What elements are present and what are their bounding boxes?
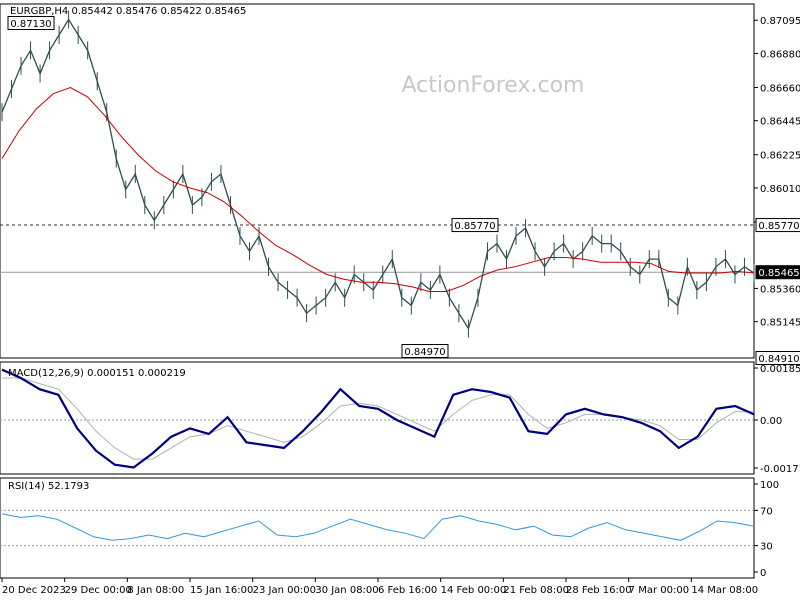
time-tick-label: 23 Jan 00:00 [253, 585, 316, 596]
time-tick-label: 28 Feb 16:00 [566, 585, 632, 596]
low-label: 0.84970 [404, 347, 445, 358]
time-tick-label: 21 Feb 08:00 [503, 585, 569, 596]
rsi-tick-label: 100 [760, 480, 779, 491]
time-tick-label: 7 Mar 00:00 [629, 585, 689, 596]
price-tick-label: 0.86660 [760, 83, 800, 94]
macd-label: MACD(12,26,9) 0.000151 0.000219 [8, 368, 186, 379]
rsi-tick-label: 0 [760, 568, 766, 579]
time-tick-label: 20 Dec 2023 [2, 585, 66, 596]
macd-tick-label: 0.00 [760, 416, 782, 427]
time-tick-label: 6 Feb 16:00 [378, 585, 437, 596]
rsi-tick-label: 70 [760, 506, 773, 517]
price-tick-label: 0.86010 [760, 184, 800, 195]
macd-tick-label: 0.001859 [760, 364, 800, 375]
time-tick-label: 8 Jan 08:00 [127, 585, 184, 596]
mid-level-label: 0.85770 [454, 221, 495, 232]
price-tick-label: 0.86445 [760, 117, 800, 128]
time-tick-label: 14 Feb 00:00 [441, 585, 507, 596]
time-tick-label: 15 Jan 16:00 [190, 585, 253, 596]
symbol-header: EURGBP,H4 0.85442 0.85476 0.85422 0.8546… [10, 6, 246, 17]
price-tick-label: 0.85145 [760, 318, 800, 329]
price-tick-label: 0.87095 [760, 16, 800, 27]
rsi-tick-label: 30 [760, 542, 773, 553]
high-label: 0.87130 [10, 19, 51, 30]
current-price-label: 0.85465 [758, 268, 799, 279]
price-tick-label: 0.85360 [760, 284, 800, 295]
time-tick-label: 14 Mar 08:00 [691, 585, 758, 596]
eurgbp-chart: ActionForex.com 0.87095 0.86880 0.86660 0.8… [0, 0, 800, 600]
time-tick-label: 30 Jan 08:00 [315, 585, 378, 596]
price-tick-label: 0.86225 [760, 151, 800, 162]
rsi-label: RSI(14) 52.1793 [8, 481, 89, 492]
time-tick-label: 29 Dec 00:00 [65, 585, 132, 596]
macd-tick-label: -0.001718 [760, 464, 800, 475]
watermark: ActionForex.com [402, 73, 585, 98]
chart-canvas: ActionForex.com 0.87095 0.86880 0.86660 0.8… [0, 0, 800, 600]
price-tick-label: 0.86880 [760, 49, 800, 60]
mid-axis-label: 0.85770 [758, 221, 799, 232]
